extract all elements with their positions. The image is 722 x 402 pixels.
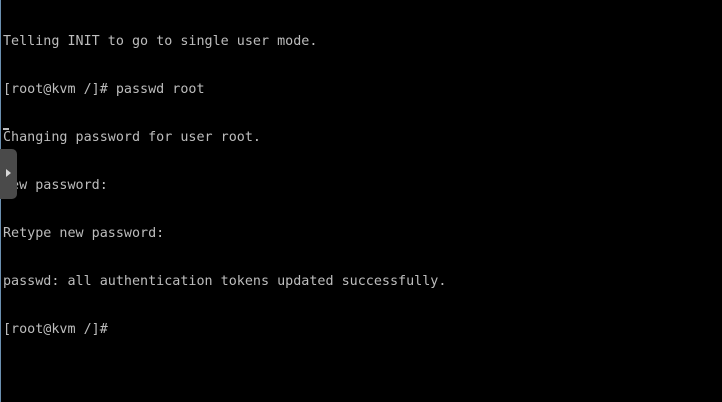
terminal-line: Changing password for user root. [3, 130, 261, 145]
console-screen[interactable]: Telling INIT to go to single user mode. … [0, 0, 722, 402]
terminal-output: Telling INIT to go to single user mode. … [3, 2, 446, 370]
terminal-line: Retype new password: [3, 226, 165, 241]
window-edge [0, 0, 1, 402]
side-panel-toggle-button[interactable] [0, 149, 17, 199]
terminal-line: [root@kvm /]# passwd root [3, 82, 205, 97]
terminal-prompt: [root@kvm /]# [3, 322, 108, 337]
terminal-line: Telling INIT to go to single user mode. [3, 34, 318, 49]
terminal-line: passwd: all authentication tokens update… [3, 274, 447, 289]
text-cursor [3, 128, 9, 130]
terminal-line: New password: [3, 178, 108, 193]
chevron-right-icon [6, 169, 11, 177]
